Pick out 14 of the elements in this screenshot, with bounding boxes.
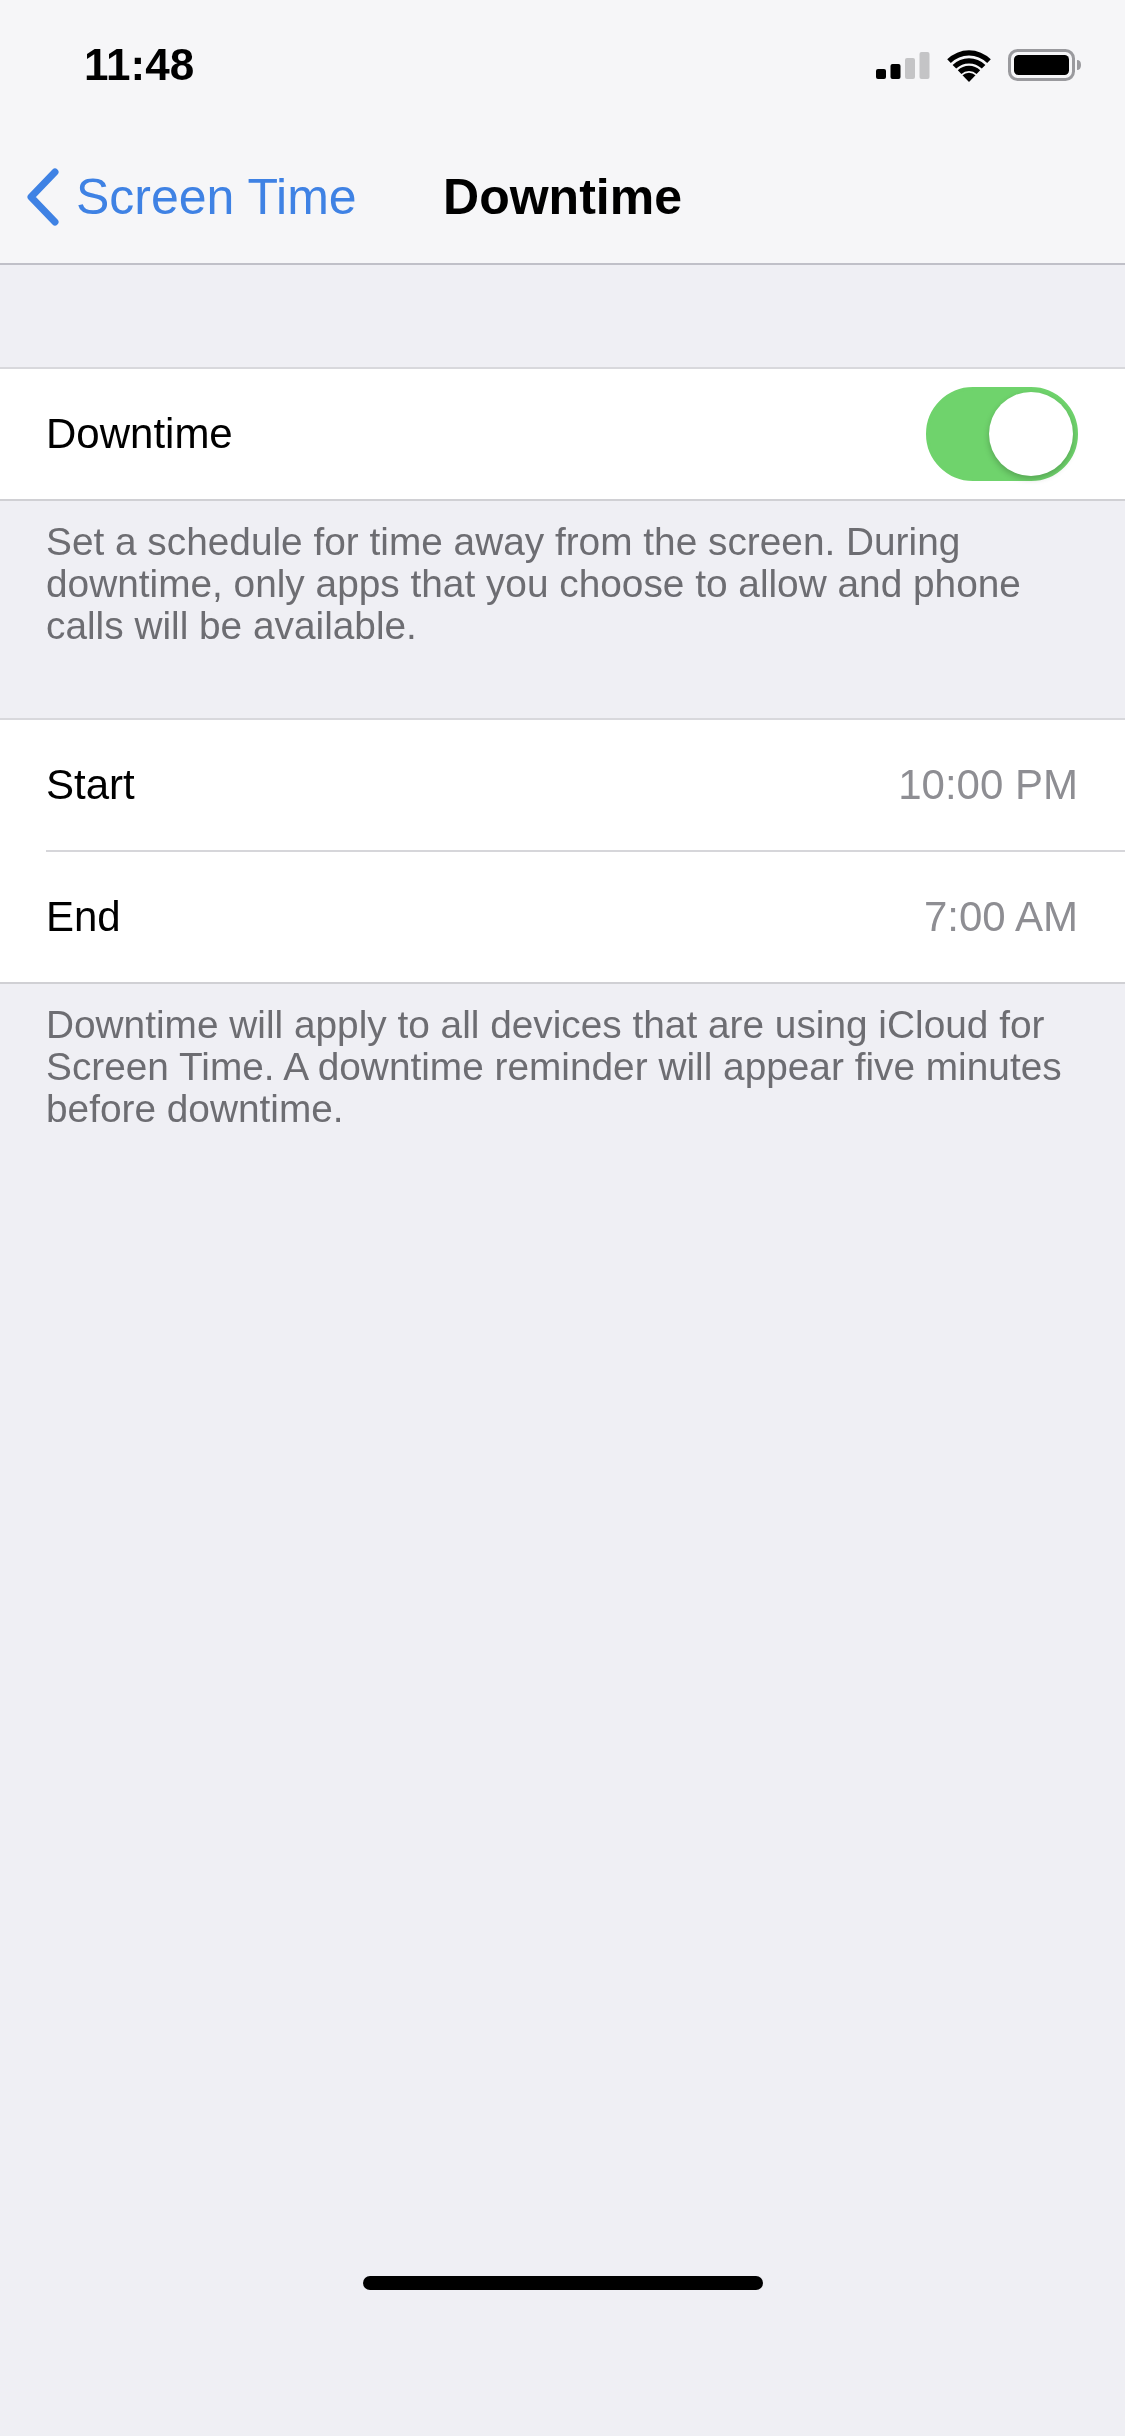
battery-icon — [1008, 49, 1082, 81]
section-footer-text: Set a schedule for time away from the screen. During downtime, only apps that you choose to allow and phone calls will be available. — [45, 519, 1022, 649]
row-label: End — [46, 893, 121, 941]
status-time: 11:48 — [84, 40, 195, 90]
nav-title: Downtime — [443, 167, 682, 226]
row-value: 10:00 PM — [898, 761, 1078, 809]
signal-icon — [876, 51, 930, 79]
row-value: 7:00 AM — [923, 893, 1078, 941]
section-footer-text: Downtime will apply to all devices that are using iCloud for Screen Time. A downtime reminder will appear five minutes before downtime. — [45, 1002, 1063, 1132]
row-label: Start — [46, 761, 135, 809]
wifi-icon — [946, 48, 992, 82]
row-label: Downtime — [46, 410, 233, 458]
chevron-left-icon — [26, 167, 60, 226]
back-button[interactable]: Screen Time — [26, 167, 357, 226]
